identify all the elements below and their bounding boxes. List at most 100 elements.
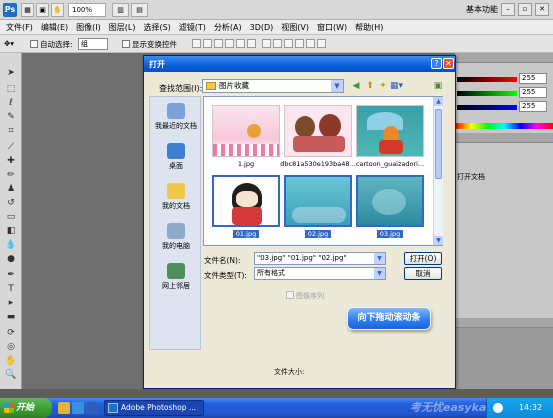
filename-field[interactable]: "03.jpg" "01.jpg" "02.jpg" ▼: [254, 252, 386, 265]
layers-panel-tab[interactable]: [455, 318, 553, 328]
close-button[interactable]: ✕: [443, 58, 454, 69]
chevron-down-icon[interactable]: ▼: [374, 268, 385, 279]
file-name[interactable]: cartoon_guaizadori...: [352, 160, 428, 168]
scroll-down-icon[interactable]: ▼: [434, 236, 443, 245]
menu-edit[interactable]: 编辑(E): [41, 22, 68, 33]
start-button[interactable]: 开始: [0, 398, 52, 418]
quicklaunch-folder-icon[interactable]: [58, 402, 70, 414]
file-name-selected[interactable]: 02.jpg: [280, 230, 356, 238]
menu-help[interactable]: 帮助(H): [355, 22, 383, 33]
distribute-hcenter-icon[interactable]: [306, 39, 315, 48]
auto-select-option[interactable]: 自动选择:: [30, 39, 73, 50]
type-tool-icon[interactable]: T: [5, 283, 17, 295]
distribute-vcenter-icon[interactable]: [273, 39, 282, 48]
clock[interactable]: 14:32: [519, 403, 542, 412]
zoom-level[interactable]: 100%: [68, 3, 106, 17]
auto-select-checkbox[interactable]: [30, 40, 38, 48]
place-my-documents[interactable]: 我的文档: [150, 183, 202, 211]
dodge-tool-icon[interactable]: ●: [5, 253, 17, 265]
align-left-icon[interactable]: [225, 39, 234, 48]
filetype-dropdown[interactable]: 所有格式 ▼: [254, 267, 386, 280]
eraser-tool-icon[interactable]: ▭: [5, 211, 17, 223]
place-desktop[interactable]: 桌面: [150, 143, 202, 171]
3d-orbit-tool-icon[interactable]: ◎: [5, 341, 17, 353]
zoom-tool-icon[interactable]: 🔍: [5, 369, 17, 381]
place-recent[interactable]: 我最近的文档: [150, 103, 202, 131]
hand-tool-icon[interactable]: ✋: [5, 355, 17, 367]
place-network[interactable]: 网上邻居: [150, 263, 202, 291]
menu-window[interactable]: 窗口(W): [317, 22, 347, 33]
file-list-scrollbar[interactable]: ▲ ▼: [433, 97, 443, 245]
look-in-dropdown[interactable]: 图片收藏 ▼: [202, 79, 344, 93]
menu-layer[interactable]: 图层(L): [109, 22, 136, 33]
tray-icon[interactable]: [493, 403, 503, 413]
green-value[interactable]: 255: [519, 87, 547, 98]
color-spectrum[interactable]: [455, 123, 553, 129]
menu-file[interactable]: 文件(F): [6, 22, 33, 33]
menu-view[interactable]: 视图(V): [281, 22, 309, 33]
distribute-bottom-icon[interactable]: [284, 39, 293, 48]
file-name[interactable]: dbc81a530e193ba48...: [280, 160, 356, 168]
history-brush-tool-icon[interactable]: ↺: [5, 197, 17, 209]
cancel-button[interactable]: 取消: [404, 267, 442, 280]
green-slider[interactable]: [457, 91, 517, 96]
file-name[interactable]: 1.jpg: [208, 160, 284, 168]
file-name-selected[interactable]: 03.jpg: [352, 230, 428, 238]
scroll-up-icon[interactable]: ▲: [434, 97, 443, 106]
crop-tool-icon[interactable]: ⌗: [5, 125, 17, 137]
blur-tool-icon[interactable]: 💧: [5, 239, 17, 251]
file-thumbnail[interactable]: [356, 105, 424, 157]
gradient-tool-icon[interactable]: ◧: [5, 225, 17, 237]
file-name-selected[interactable]: 01.jpg: [208, 230, 284, 238]
view-menu-icon[interactable]: ▦▾: [390, 80, 403, 92]
align-top-icon[interactable]: [192, 39, 201, 48]
new-folder-icon[interactable]: ✦: [377, 80, 389, 92]
back-icon[interactable]: ◀: [350, 80, 362, 92]
adjustments-panel-tab[interactable]: [455, 133, 553, 143]
bridge-button[interactable]: ▦: [21, 3, 34, 17]
distribute-top-icon[interactable]: [262, 39, 271, 48]
quicklaunch-ie-icon[interactable]: [72, 402, 84, 414]
pen-tool-icon[interactable]: ✒: [5, 269, 17, 281]
3d-rotate-tool-icon[interactable]: ⟳: [5, 327, 17, 339]
quick-select-tool-icon[interactable]: ✎: [5, 111, 17, 123]
file-list[interactable]: 1.jpg dbc81a530e193ba48... cartoon_guaiz…: [203, 96, 443, 246]
auto-select-dropdown[interactable]: 组: [78, 38, 108, 50]
red-slider[interactable]: [457, 77, 517, 82]
rectangle-tool-icon[interactable]: ▬: [5, 311, 17, 323]
eyedropper-tool-icon[interactable]: ⟋: [5, 141, 17, 153]
arrange-documents-button[interactable]: ▥: [112, 3, 129, 17]
maximize-icon[interactable]: ▫: [518, 3, 532, 16]
minimize-icon[interactable]: –: [501, 3, 515, 16]
color-panel-tab[interactable]: [455, 53, 553, 63]
chevron-down-icon[interactable]: ▼: [331, 80, 343, 92]
show-transform-checkbox[interactable]: [122, 40, 130, 48]
align-vcenter-icon[interactable]: [203, 39, 212, 48]
move-tool-icon[interactable]: ✥▾: [4, 39, 14, 48]
blue-slider[interactable]: [457, 105, 517, 110]
up-folder-icon[interactable]: ⬆: [364, 80, 376, 92]
help-button[interactable]: ?: [431, 58, 442, 69]
path-selection-tool-icon[interactable]: ▸: [5, 297, 17, 309]
healing-brush-tool-icon[interactable]: ✚: [5, 155, 17, 167]
menu-analysis[interactable]: 分析(A): [214, 22, 242, 33]
align-bottom-icon[interactable]: [214, 39, 223, 48]
file-thumbnail-selected[interactable]: [212, 175, 280, 227]
blue-value[interactable]: 255: [519, 101, 547, 112]
brush-tool-icon[interactable]: ✏: [5, 169, 17, 181]
hand-tool-button[interactable]: ✋: [51, 3, 64, 17]
clone-stamp-tool-icon[interactable]: ♟: [5, 183, 17, 195]
move-tool-icon[interactable]: ➤: [5, 67, 17, 79]
red-value[interactable]: 255: [519, 73, 547, 84]
menu-filter[interactable]: 滤镜(T): [179, 22, 206, 33]
taskbar-button-photoshop[interactable]: Adobe Photoshop ...: [104, 400, 204, 416]
screen-mode-button[interactable]: ▤: [131, 3, 148, 17]
menu-select[interactable]: 选择(S): [143, 22, 170, 33]
mini-bridge-button[interactable]: ▣: [36, 3, 49, 17]
marquee-tool-icon[interactable]: ⬚: [5, 83, 17, 95]
workspace-switcher[interactable]: 基本功能: [466, 4, 498, 15]
chevron-down-icon[interactable]: ▼: [374, 253, 385, 264]
file-thumbnail-selected[interactable]: [284, 175, 352, 227]
menu-3d[interactable]: 3D(D): [250, 23, 274, 32]
align-hcenter-icon[interactable]: [236, 39, 245, 48]
